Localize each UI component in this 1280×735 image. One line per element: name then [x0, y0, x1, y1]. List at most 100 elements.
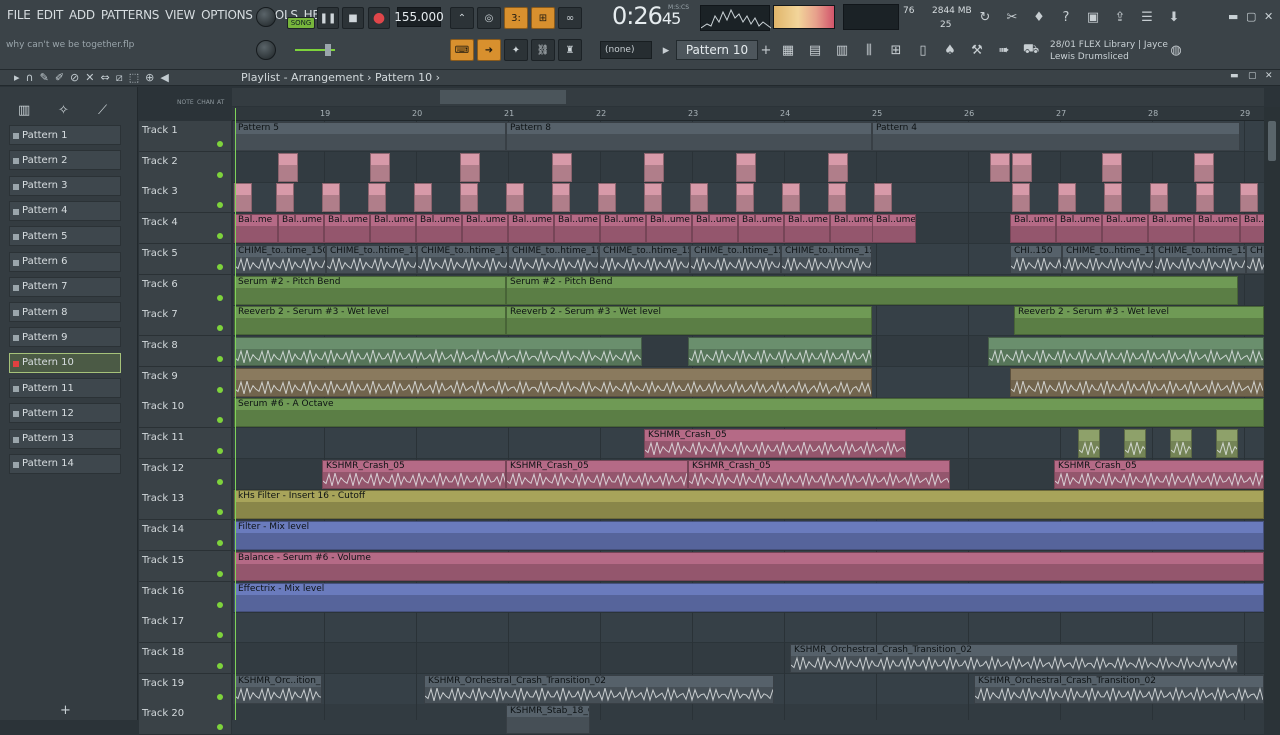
playlist-clip[interactable]: CHIME_to..htime_150 [690, 244, 781, 274]
export-icon[interactable]: ⇪ [1110, 7, 1130, 27]
pattern-item[interactable]: Pattern 6 [9, 251, 121, 272]
playlist-clip[interactable]: Bal..ume [416, 214, 462, 244]
playlist-clip[interactable]: KSHMR_Crash_05 [1054, 459, 1264, 489]
track-mute-led[interactable] [217, 662, 223, 669]
track-mute-led[interactable] [217, 632, 223, 639]
pattern-item[interactable]: Pattern 14 [9, 453, 121, 474]
track-mute-led[interactable] [217, 448, 223, 454]
playlist-clip[interactable] [552, 183, 570, 213]
playlist-clip[interactable] [1104, 183, 1122, 213]
track-mute-led[interactable] [217, 294, 223, 301]
countdown-button[interactable]: 3: [504, 7, 528, 29]
playlist-clip[interactable]: Reeverb 2 - Serum #3 - Wet level [506, 306, 872, 336]
playlist-clip[interactable] [688, 336, 872, 366]
track-header[interactable]: Track 13 [139, 489, 231, 521]
playlist-clip[interactable] [874, 183, 892, 213]
playlist-clip[interactable] [1078, 429, 1100, 458]
stamp-button[interactable]: ♜ [558, 39, 582, 61]
track-header[interactable]: Track 19 [139, 673, 231, 705]
share-icon[interactable]: ➠ [994, 40, 1014, 60]
pattern-item[interactable]: Pattern 11 [9, 378, 121, 398]
add-pattern-button[interactable]: + [60, 703, 71, 718]
playlist-clip[interactable] [644, 183, 662, 213]
track-mute-led[interactable] [217, 478, 223, 485]
playlist-clip[interactable]: Bal..ume [872, 214, 916, 244]
playlist-clip[interactable]: Bal..ume [324, 214, 370, 244]
pattern-item[interactable]: Pattern 2 [9, 150, 121, 171]
menu-file[interactable]: FILE [4, 8, 34, 22]
cut-icon[interactable]: ✂ [1002, 7, 1022, 27]
playlist-clip[interactable]: Reeverb 2 - Serum #3 - Wet level [234, 306, 506, 336]
playlist-clip[interactable]: CHIME_to..time_150 [234, 244, 326, 274]
track-header[interactable]: Track 7 [139, 305, 231, 337]
playlist-icon[interactable]: ▦ [778, 40, 798, 60]
playlist-clip[interactable]: Pattern 5 [234, 122, 506, 151]
track-header[interactable]: Track 5 [139, 243, 231, 275]
playlist-clip[interactable]: KSHMR_Crash_05 [644, 429, 906, 458]
audio-clip-icon[interactable]: ✧ [58, 103, 69, 118]
pattern-item[interactable]: Pattern 7 [9, 276, 121, 297]
track-header[interactable]: Track 15 [139, 550, 231, 582]
track-lane[interactable] [232, 612, 1264, 644]
playlist-clip[interactable]: Bal..ume [600, 214, 646, 244]
download-icon[interactable]: ⬇ [1164, 7, 1184, 27]
track-header[interactable]: Track 12 [139, 458, 231, 490]
playlist-clip[interactable]: Serum #2 - Pitch Bend [506, 275, 1238, 305]
pattern-selector[interactable]: Pattern 10 [676, 40, 758, 60]
playlist-clip[interactable] [234, 183, 252, 213]
playlist-clip[interactable]: Serum #2 - Pitch Bend [234, 275, 506, 305]
add-pattern-icon[interactable]: + [756, 40, 776, 60]
playlist-clip[interactable]: Bal..ume [1010, 214, 1056, 244]
delete-icon[interactable]: ⊘ [70, 71, 85, 84]
piano-roll-icon[interactable]: ▥ [832, 40, 852, 60]
pattern-item[interactable]: Pattern 9 [9, 327, 121, 348]
mixer-icon[interactable]: ⫼ [859, 40, 879, 60]
playlist-clip[interactable]: Serum #6 - A Octave [234, 398, 1264, 428]
playlist-clip[interactable] [736, 152, 756, 182]
overview-window[interactable] [440, 90, 566, 104]
cpu-meter[interactable] [843, 4, 899, 30]
playlist-overview[interactable]: NOTE CHAN AT [177, 88, 1264, 106]
playlist-clip[interactable] [1010, 367, 1264, 397]
track-mute-led[interactable] [217, 171, 223, 178]
track-mute-led[interactable] [217, 355, 223, 362]
playlist-clip[interactable] [598, 183, 616, 213]
playlist-clip[interactable] [460, 183, 478, 213]
track-mute-led[interactable] [217, 724, 223, 731]
wait-input-button[interactable]: ◎ [477, 7, 501, 29]
playlist-clip[interactable]: Pattern 8 [506, 122, 872, 151]
playlist-clip[interactable]: Bal..ume [830, 214, 876, 244]
playlist-clip[interactable]: Bal..ume [1102, 214, 1148, 244]
prev-pattern-icon[interactable]: ▸ [656, 40, 676, 60]
playlist-grid[interactable]: Pattern 5 Pattern 8 Pattern 4 Bal..me Bal..u… [232, 121, 1280, 735]
playlist-clip[interactable]: Bal..ume [1148, 214, 1194, 244]
playlist-clip[interactable]: CHIME_to..htime_150 [1062, 244, 1154, 274]
globe-icon[interactable]: ◍ [1166, 40, 1186, 60]
playlist-clip[interactable] [736, 183, 754, 213]
playlist-clip[interactable] [1124, 429, 1146, 458]
playlist-clip[interactable] [506, 183, 524, 213]
help-icon[interactable]: ? [1056, 7, 1076, 27]
playlist-clip[interactable]: CHIME_to..htime_150 [508, 244, 599, 274]
track-mute-led[interactable] [217, 417, 223, 424]
playlist-clip[interactable]: KSHMR_Crash_05 [322, 459, 506, 489]
playlist-clip[interactable]: Bal..ume [1194, 214, 1240, 244]
playlist-clip[interactable] [828, 183, 846, 213]
track-header[interactable]: Track 4 [139, 213, 231, 245]
playlist-clip[interactable]: Bal..ume [646, 214, 692, 244]
playlist-clip[interactable]: KSHMR_Crash_05 [688, 459, 950, 489]
track-mute-led[interactable] [217, 386, 223, 393]
pattern-song-snap-button[interactable]: ⌨ [450, 39, 474, 61]
playlist-clip[interactable]: Bal..ume [738, 214, 784, 244]
track-header[interactable]: Track 9 [139, 366, 231, 398]
playlist-clip[interactable]: CHIME_to..htime_150 [599, 244, 690, 274]
record-button[interactable]: ● [368, 7, 390, 29]
master-pitch-knob[interactable] [256, 40, 276, 60]
playlist-clip[interactable] [322, 183, 340, 213]
pattern-item[interactable]: Pattern 1 [9, 125, 121, 145]
track-header[interactable]: Track 2 [139, 151, 231, 183]
menu-patterns[interactable]: PATTERNS [98, 8, 162, 22]
track-header[interactable]: Track 1 [139, 121, 231, 152]
pattern-item[interactable]: Pattern 13 [9, 428, 121, 449]
pattern-item[interactable]: Pattern 5 [9, 226, 121, 247]
